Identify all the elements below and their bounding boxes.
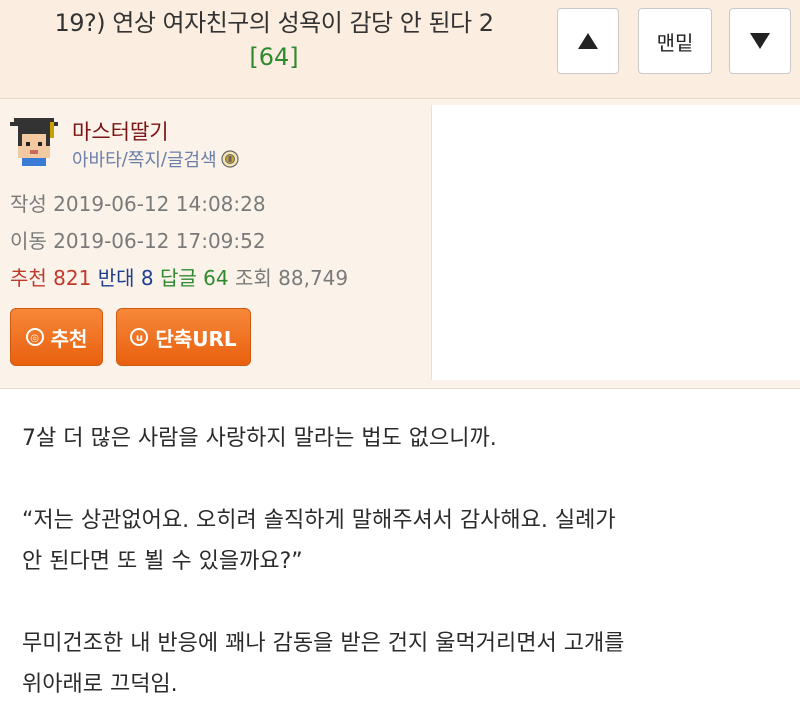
recommend-button-label: 추천 [50, 326, 88, 351]
write-label: 작성 [10, 192, 47, 216]
body-paragraph-line: 안 된다면 또 뵐 수 있을까요?” [22, 549, 303, 574]
recommend-circle-icon: ◎ [25, 328, 44, 346]
scroll-down-button[interactable] [729, 8, 791, 74]
move-time-row: 이동 2019-06-12 17:09:52 [10, 225, 266, 254]
move-time: 2019-06-12 17:09:52 [53, 229, 266, 253]
post-title-block: 19?) 연상 여자친구의 성욕이 감당 안 된다 2 [64] [0, 6, 548, 74]
body-paragraph-line: 무미건조한 내 반응에 꽤나 감동을 받은 건지 울먹거리면서 고개를 [22, 631, 625, 656]
post-title: 19?) 연상 여자친구의 성욕이 감당 안 된다 2 [54, 9, 494, 37]
triangle-down-icon [749, 32, 771, 50]
url-circle-icon: u [130, 328, 149, 346]
body-paragraph-line: 위아래로 끄덕임. [22, 672, 178, 697]
oppose-label: 반대 [97, 266, 135, 290]
move-label: 이동 [10, 229, 47, 253]
body-paragraph: 7살 더 많은 사람을 사랑하지 말라는 법도 없으니까. [22, 426, 497, 451]
post-stats-row: 추천 821 반대 8 답글 64 조회 88,749 [10, 262, 348, 291]
post-info-panel: 마스터딸기 아바타 / 쪽지 / 글검색 작성 2019-06-12 14:08… [0, 99, 800, 389]
body-paragraph-line: “저는 상관없어요. 오히려 솔직하게 말해주셔서 감사해요. 실례가 [22, 508, 616, 533]
post-search-link[interactable]: 글검색 [167, 146, 217, 172]
recommend-count: 821 [53, 266, 92, 290]
triangle-up-icon [577, 32, 599, 50]
scroll-up-button[interactable] [557, 8, 619, 74]
reply-count: 64 [203, 266, 229, 290]
recommend-label: 추천 [10, 266, 47, 290]
member-badge-icon [221, 150, 239, 168]
post-body: 7살 더 많은 사람을 사랑하지 말라는 법도 없으니까. “저는 상관없어요.… [22, 418, 792, 705]
write-time-row: 작성 2019-06-12 14:08:28 [10, 188, 266, 217]
view-label: 조회 [234, 266, 272, 290]
reply-count-link[interactable]: [64] [0, 40, 548, 74]
view-count: 88,749 [278, 266, 349, 290]
reply-label: 답글 [159, 266, 197, 290]
scroll-bottom-button[interactable]: 맨밑 [638, 8, 712, 74]
post-header: 19?) 연상 여자친구의 성욕이 감당 안 된다 2 [64] 맨밑 [0, 0, 800, 99]
short-url-button-label: 단축URL [155, 326, 237, 351]
message-link[interactable]: 쪽지 [128, 146, 161, 172]
avatar-link[interactable]: 아바타 [72, 146, 122, 172]
oppose-count: 8 [140, 266, 154, 290]
short-url-button[interactable]: u 단축URL [116, 308, 251, 366]
author-links: 아바타 / 쪽지 / 글검색 [72, 146, 239, 172]
author-nickname[interactable]: 마스터딸기 [72, 116, 169, 146]
ad-placeholder [431, 105, 800, 380]
pixel-avatar-icon[interactable] [10, 117, 58, 167]
recommend-button[interactable]: ◎ 추천 [10, 308, 103, 366]
write-time: 2019-06-12 14:08:28 [53, 192, 266, 216]
